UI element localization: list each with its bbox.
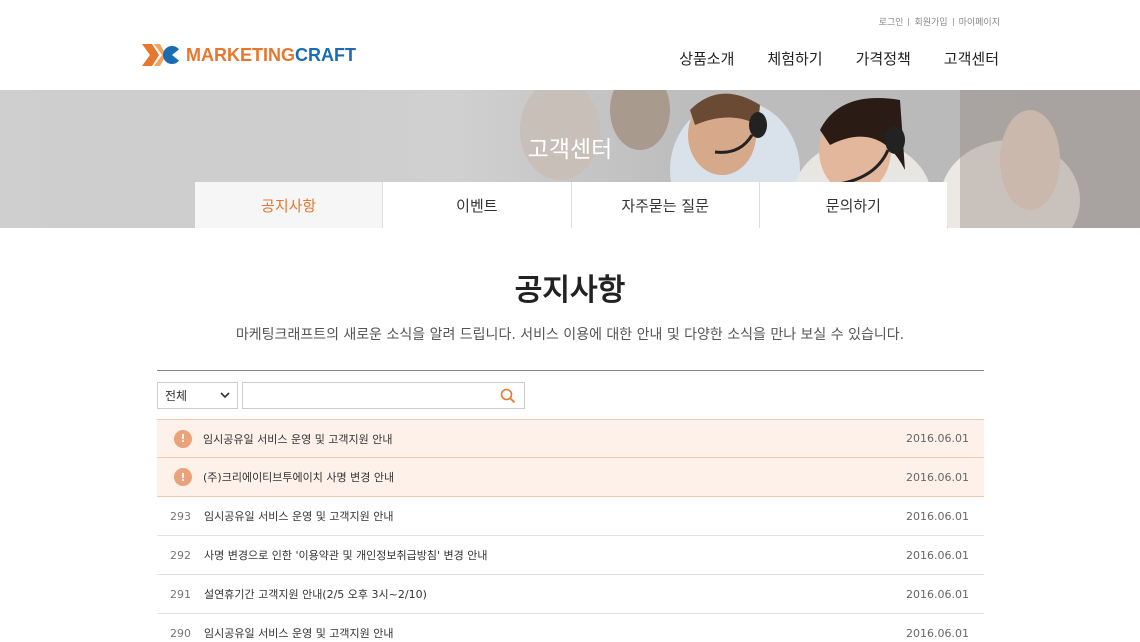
login-link[interactable]: 로그인: [879, 15, 904, 28]
post-date: 2016.06.01: [906, 470, 969, 484]
search-input[interactable]: [242, 382, 525, 409]
exclamation-badge-icon: !: [174, 468, 192, 486]
notice-row[interactable]: ! 임시공유일 서비스 운영 및 고객지원 안내 2016.06.01: [157, 419, 984, 458]
post-subject[interactable]: 임시공유일 서비스 운영 및 고객지원 안내: [203, 431, 906, 447]
tab-inquiry[interactable]: 문의하기: [758, 182, 947, 228]
post-subject[interactable]: 사명 변경으로 인한 '이용약관 및 개인정보취급방침' 변경 안내: [204, 547, 906, 563]
logo-mark-icon: [142, 44, 182, 66]
post-number: 291: [170, 587, 191, 601]
post-subject[interactable]: 설연휴기간 고객지원 안내(2/5 오후 3시~2/10): [204, 586, 906, 602]
post-date: 2016.06.01: [906, 432, 969, 445]
page-description: 마케팅크래프트의 새로운 소식을 알려 드립니다. 서비스 이용에 대한 안내 …: [235, 327, 905, 343]
logo-text: MARKETINGCRAFT: [186, 45, 356, 66]
list-top-divider: [157, 370, 984, 371]
support-tabs: 공지사항 이벤트 자주묻는 질문 문의하기: [195, 182, 947, 228]
post-row[interactable]: 293 임시공유일 서비스 운영 및 고객지원 안내 2016.06.01: [157, 497, 984, 536]
logo[interactable]: MARKETINGCRAFT: [142, 44, 356, 66]
hero-banner: 고객센터 공지사항 이벤트 자주묻는 질문 문의하기: [0, 90, 1140, 228]
post-row[interactable]: 290 임시공유일 서비스 운영 및 고객지원 안내 2016.06.01: [157, 614, 984, 642]
exclamation-badge-icon: !: [174, 429, 192, 448]
util-separator: [908, 17, 910, 26]
chevron-down-icon: [220, 392, 230, 399]
nav-support[interactable]: 고객센터: [944, 48, 999, 69]
signup-link[interactable]: 회원가입: [914, 15, 947, 28]
site-header: 로그인 회원가입 마이페이지 MARKETINGCRAFT 상품소개 체험하기 …: [0, 0, 1140, 90]
logo-text-craft: CRAFT: [295, 44, 356, 65]
post-subject[interactable]: 임시공유일 서비스 운영 및 고객지원 안내: [204, 625, 906, 641]
page-title: 공지사항: [514, 273, 626, 308]
post-date: 2016.06.01: [906, 626, 969, 640]
post-date: 2016.06.01: [906, 509, 969, 523]
post-date: 2016.06.01: [906, 587, 969, 601]
nav-pricing[interactable]: 가격정책: [856, 48, 911, 69]
logo-text-marketing: MARKETING: [186, 44, 295, 65]
post-date: 2016.06.01: [906, 548, 969, 562]
util-separator: [952, 17, 954, 26]
post-row[interactable]: 291 설연휴기간 고객지원 안내(2/5 오후 3시~2/10) 2016.0…: [157, 575, 984, 614]
post-subject[interactable]: 임시공유일 서비스 운영 및 고객지원 안내: [204, 508, 906, 524]
tab-event[interactable]: 이벤트: [382, 182, 570, 228]
post-subject[interactable]: (주)크리에이티브투에이치 사명 변경 안내: [203, 469, 906, 485]
tab-notice[interactable]: 공지사항: [195, 182, 383, 228]
hero-title: 고객센터: [527, 137, 613, 163]
notice-row[interactable]: ! (주)크리에이티브투에이치 사명 변경 안내 2016.06.01: [157, 458, 984, 497]
nav-trial[interactable]: 체험하기: [767, 48, 822, 69]
nav-products[interactable]: 상품소개: [679, 48, 734, 69]
search-filter-value: 전체: [165, 389, 188, 403]
post-number: 292: [170, 548, 191, 562]
notice-list: ! 임시공유일 서비스 운영 및 고객지원 안내 2016.06.01 ! (주…: [157, 419, 984, 642]
post-number: 290: [170, 626, 191, 640]
search-filter-select[interactable]: 전체: [157, 382, 238, 409]
tab-faq[interactable]: 자주묻는 질문: [570, 182, 759, 228]
main-nav: 상품소개 체험하기 가격정책 고객센터: [679, 48, 999, 69]
search-icon[interactable]: [500, 388, 516, 404]
mypage-link[interactable]: 마이페이지: [959, 15, 1000, 28]
post-number: 293: [170, 509, 191, 523]
utility-links: 로그인 회원가입 마이페이지: [879, 15, 1000, 28]
post-row[interactable]: 292 사명 변경으로 인한 '이용약관 및 개인정보취급방침' 변경 안내 2…: [157, 536, 984, 575]
search-bar: 전체: [157, 382, 525, 409]
